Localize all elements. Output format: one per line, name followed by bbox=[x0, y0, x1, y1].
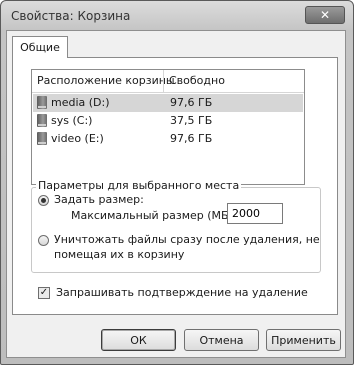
cancel-button[interactable]: Отмена bbox=[184, 329, 259, 351]
free-space: 97,6 ГБ bbox=[170, 96, 213, 109]
drive-icon bbox=[37, 96, 47, 109]
delete-immediately-label-line1[interactable]: Уничтожать файлы сразу после удаления, н… bbox=[54, 233, 320, 246]
tab-general-label: Общие bbox=[20, 41, 60, 54]
tab-general[interactable]: Общие bbox=[12, 36, 68, 58]
confirm-delete-checkbox[interactable]: ✓ bbox=[38, 287, 50, 299]
window-title: Свойства: Корзина bbox=[11, 9, 131, 23]
list-header: Расположение корзины Свободно bbox=[32, 70, 304, 93]
close-button[interactable]: ✕ bbox=[305, 6, 345, 24]
location-name: media (D:) bbox=[51, 96, 110, 109]
column-separator[interactable] bbox=[163, 70, 164, 92]
list-item[interactable]: video (E:) 97,6 ГБ bbox=[33, 130, 303, 148]
custom-size-radio[interactable] bbox=[38, 195, 49, 206]
ok-button[interactable]: ОК bbox=[101, 329, 176, 351]
custom-size-label[interactable]: Задать размер: bbox=[54, 193, 144, 206]
free-space: 37,5 ГБ bbox=[170, 114, 213, 127]
cancel-button-label: Отмена bbox=[199, 333, 244, 347]
location-name: video (E:) bbox=[51, 132, 104, 145]
recycle-bin-locations-list[interactable]: Расположение корзины Свободно media (D:)… bbox=[31, 69, 305, 185]
max-size-label: Максимальный размер (МБ): bbox=[71, 209, 237, 222]
max-size-input[interactable] bbox=[227, 203, 283, 224]
delete-immediately-label-line2[interactable]: помещая их в корзину bbox=[54, 248, 184, 261]
drive-icon bbox=[37, 114, 47, 127]
group-label: Параметры для выбранного места bbox=[36, 179, 242, 192]
ok-button-label: ОК bbox=[130, 333, 147, 347]
list-item[interactable]: media (D:) 97,6 ГБ bbox=[33, 94, 303, 112]
column-header-free[interactable]: Свободно bbox=[169, 74, 225, 87]
confirm-delete-label[interactable]: Запрашивать подтверждение на удаление bbox=[56, 286, 308, 299]
drive-icon bbox=[37, 132, 47, 145]
delete-immediately-radio[interactable] bbox=[38, 235, 49, 246]
apply-button[interactable]: Применить bbox=[266, 329, 341, 351]
location-name: sys (C:) bbox=[51, 114, 93, 127]
title-bar[interactable]: Свойства: Корзина ✕ bbox=[1, 1, 353, 31]
apply-button-label: Применить bbox=[271, 333, 336, 347]
close-icon: ✕ bbox=[319, 8, 331, 22]
checkmark-icon: ✓ bbox=[39, 287, 49, 298]
list-item[interactable]: sys (C:) 37,5 ГБ bbox=[33, 112, 303, 130]
column-header-location[interactable]: Расположение корзины bbox=[37, 74, 175, 87]
free-space: 97,6 ГБ bbox=[170, 132, 213, 145]
